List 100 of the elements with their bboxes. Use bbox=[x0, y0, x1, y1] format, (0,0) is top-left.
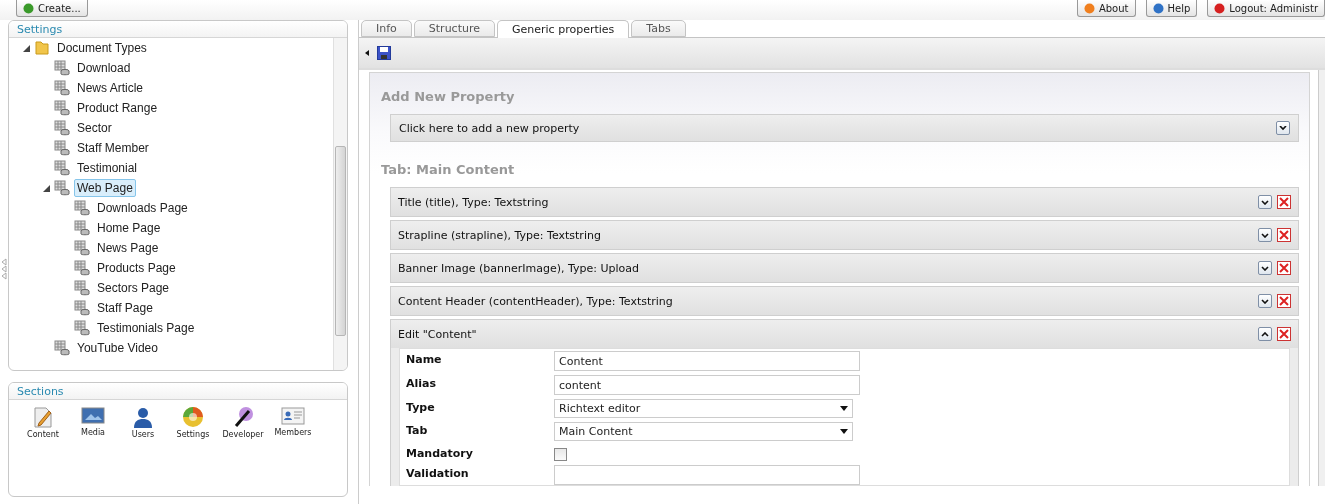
text-field[interactable] bbox=[554, 465, 860, 485]
table-stack-icon bbox=[54, 160, 70, 176]
property-title: Edit "Content" bbox=[398, 327, 477, 341]
round-icon bbox=[1214, 2, 1226, 14]
expand-toggle[interactable] bbox=[1258, 195, 1272, 209]
property-title: Content Header (contentHeader), Type: Textstring bbox=[398, 294, 673, 308]
chevron-icon bbox=[1279, 125, 1287, 131]
table-stack-icon bbox=[54, 120, 70, 136]
expand-toggle[interactable] bbox=[1258, 294, 1272, 308]
tree-item[interactable]: Staff Page bbox=[94, 299, 156, 317]
close-icon bbox=[1279, 230, 1289, 240]
tree-item[interactable]: Testimonials Page bbox=[94, 319, 198, 337]
tree-item[interactable]: Web Page bbox=[74, 179, 136, 197]
folder-icon bbox=[34, 40, 50, 56]
close-icon bbox=[1279, 296, 1289, 306]
section-link[interactable]: Users bbox=[131, 430, 155, 439]
tree-item[interactable]: Sector bbox=[74, 119, 115, 137]
add-property-bar[interactable]: Click here to add a new property bbox=[390, 114, 1299, 142]
dropdown-arrow-icon bbox=[840, 406, 848, 411]
tree-item[interactable]: Products Page bbox=[94, 259, 179, 277]
person-icon bbox=[132, 406, 154, 428]
table-stack-icon bbox=[74, 240, 90, 256]
expanded-triangle-icon[interactable] bbox=[23, 44, 30, 52]
panel-title: Settings bbox=[17, 22, 63, 36]
section-link[interactable]: Content bbox=[27, 430, 59, 439]
text-field[interactable]: Content bbox=[554, 351, 860, 371]
section-heading: Tab: Main Content bbox=[380, 161, 516, 179]
field-label: Type bbox=[406, 400, 436, 416]
delete-button[interactable] bbox=[1277, 195, 1291, 209]
collapse-toggle[interactable] bbox=[1258, 327, 1272, 341]
table-stack-icon bbox=[54, 140, 70, 156]
table-stack-icon bbox=[54, 340, 70, 356]
expand-toggle[interactable] bbox=[1258, 228, 1272, 242]
section-link[interactable]: Settings bbox=[176, 430, 210, 439]
page-pencil-icon bbox=[32, 406, 54, 428]
table-stack-icon bbox=[54, 80, 70, 96]
tab[interactable]: Structure bbox=[413, 20, 495, 37]
tab[interactable]: Generic properties bbox=[497, 20, 630, 38]
dropdown-arrow-icon bbox=[840, 429, 848, 434]
field-label: Mandatory bbox=[406, 446, 474, 461]
top-button[interactable]: Create... bbox=[16, 0, 88, 17]
tree-item[interactable]: Home Page bbox=[94, 219, 164, 237]
section-heading: Add New Property bbox=[380, 89, 516, 106]
section-link[interactable]: Media bbox=[81, 428, 105, 437]
collapse-triangle-icon[interactable] bbox=[365, 50, 369, 56]
delete-button[interactable] bbox=[1277, 228, 1291, 242]
property-title: Banner Image (bannerImage), Type: Upload bbox=[398, 261, 639, 275]
tree-item[interactable]: Downloads Page bbox=[94, 199, 191, 217]
scrollbar[interactable] bbox=[1318, 70, 1325, 486]
expand-toggle[interactable] bbox=[1276, 121, 1290, 135]
table-stack-icon bbox=[54, 180, 70, 196]
close-icon bbox=[1279, 197, 1289, 207]
table-stack-icon bbox=[74, 260, 90, 276]
field-label: Alias bbox=[406, 376, 438, 392]
expand-toggle[interactable] bbox=[1258, 261, 1272, 275]
id-card-icon bbox=[281, 406, 305, 426]
top-button[interactable]: About bbox=[1076, 0, 1136, 17]
table-stack-icon bbox=[74, 200, 90, 216]
table-stack-icon bbox=[54, 60, 70, 76]
tree-item[interactable]: Staff Member bbox=[74, 139, 152, 157]
table-stack-icon bbox=[74, 280, 90, 296]
delete-button[interactable] bbox=[1277, 261, 1291, 275]
expanded-triangle-icon[interactable] bbox=[43, 184, 50, 192]
close-icon bbox=[1279, 263, 1289, 273]
text-field[interactable]: content bbox=[554, 375, 860, 395]
tree-item[interactable]: Download bbox=[74, 59, 134, 77]
chevron-icon bbox=[1261, 232, 1269, 238]
tree-item[interactable]: News Article bbox=[74, 79, 147, 97]
chevron-icon bbox=[1261, 298, 1269, 304]
top-button[interactable]: Logout: Administr bbox=[1207, 0, 1325, 17]
field-label: Name bbox=[406, 352, 443, 368]
tree-item[interactable]: Product Range bbox=[74, 99, 161, 117]
delete-button[interactable] bbox=[1277, 294, 1291, 308]
tree-item[interactable]: Document Types bbox=[54, 39, 150, 57]
tab[interactable]: Tabs bbox=[631, 20, 686, 37]
picture-frame-icon bbox=[81, 406, 105, 426]
table-stack-icon bbox=[74, 320, 90, 336]
property-title: Strapline (strapline), Type: Textstring bbox=[398, 228, 601, 242]
chevron-icon bbox=[1261, 199, 1269, 205]
tree-item[interactable]: Testimonial bbox=[74, 159, 141, 177]
dropdown[interactable]: Richtext editor bbox=[554, 399, 853, 418]
table-stack-icon bbox=[54, 100, 70, 116]
dropdown-value: Main Content bbox=[559, 425, 633, 438]
tree-item[interactable]: YouTube Video bbox=[74, 339, 161, 357]
color-sphere-icon bbox=[182, 406, 204, 428]
section-link[interactable]: Members bbox=[274, 428, 312, 437]
save-icon[interactable] bbox=[377, 46, 391, 60]
delete-button[interactable] bbox=[1277, 327, 1291, 341]
field-label: Validation bbox=[406, 466, 470, 482]
checkbox[interactable] bbox=[554, 448, 567, 461]
property-title: Title (title), Type: Textstring bbox=[398, 195, 549, 209]
tree-item[interactable]: News Page bbox=[94, 239, 162, 257]
round-icon bbox=[23, 2, 34, 14]
scrollbar[interactable] bbox=[333, 38, 347, 370]
tab[interactable]: Info bbox=[361, 20, 412, 37]
tree-item[interactable]: Sectors Page bbox=[94, 279, 173, 297]
section-link[interactable]: Developer bbox=[222, 430, 264, 439]
top-button[interactable]: Help bbox=[1145, 0, 1198, 17]
table-stack-icon bbox=[74, 300, 90, 316]
dropdown[interactable]: Main Content bbox=[554, 422, 853, 441]
